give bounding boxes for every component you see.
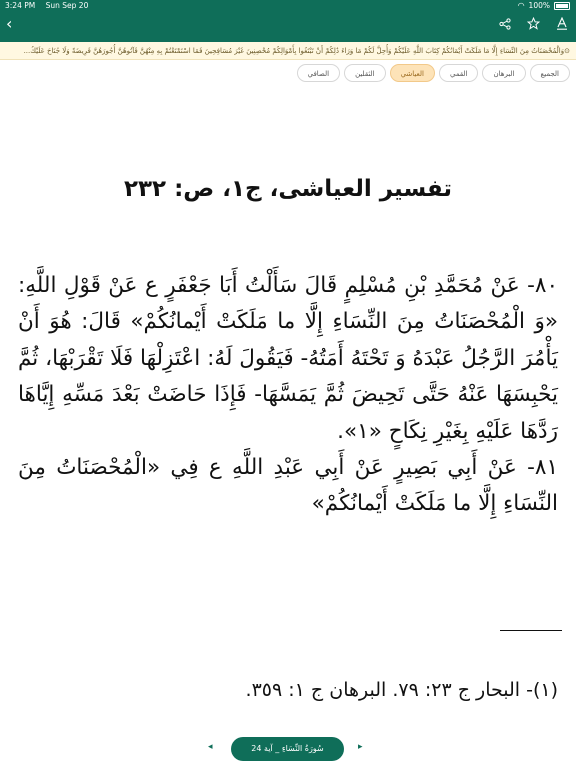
tab-all[interactable]: الجميع	[529, 64, 570, 82]
status-time: 3:24 PM	[5, 1, 36, 10]
footnote: (١)- البحار ج ٢٣: ٧٩. البرهان ج ١: ٣٥٩.	[245, 679, 558, 701]
top-bar: 3:24 PM Sun Sep 20 ◠ 100% ‹	[0, 0, 576, 42]
share-icon[interactable]	[499, 17, 511, 30]
nav-actions	[499, 17, 568, 30]
tafsir-body: ٨٠- عَنْ مُحَمَّدِ بْنِ مُسْلِمٍ قَالَ س…	[18, 268, 558, 523]
tab-thaqalayn[interactable]: الثقلين	[344, 64, 386, 82]
next-icon[interactable]: ▸	[358, 742, 363, 752]
star-icon[interactable]	[527, 17, 540, 30]
battery-percent: 100%	[528, 1, 550, 10]
source-tabs: الجميع البرهان القمي العياشي الثقلين الص…	[296, 64, 570, 82]
battery-icon	[554, 1, 570, 10]
tab-burhan[interactable]: البرهان	[482, 64, 526, 82]
back-icon[interactable]: ‹	[6, 16, 12, 32]
verse-strip[interactable]: ⊙وَالْمُحْصَنَاتُ مِنَ النِّسَاءِ إِلَّا…	[0, 42, 576, 60]
status-date: Sun Sep 20	[45, 1, 89, 10]
verse-pager: ◂ سُورَةُ النِّسَاءِ _ آية 24 ▸	[0, 737, 576, 761]
font-size-icon[interactable]	[556, 17, 568, 30]
footnote-divider	[500, 630, 562, 631]
tab-safi[interactable]: الصافي	[296, 64, 341, 82]
tab-ayyashi[interactable]: العياشي	[389, 64, 435, 82]
status-bar: 3:24 PM Sun Sep 20 ◠ 100%	[0, 0, 576, 12]
hadith-80: ٨٠- عَنْ مُحَمَّدِ بْنِ مُسْلِمٍ قَالَ س…	[18, 273, 558, 444]
current-verse-button[interactable]: سُورَةُ النِّسَاءِ _ آية 24	[231, 737, 344, 761]
page-title: تفسير العياشى، ج١، ص: ٢٣٢	[123, 176, 453, 202]
tab-qummi[interactable]: القمي	[438, 64, 479, 82]
wifi-icon: ◠	[517, 1, 525, 10]
prev-icon[interactable]: ◂	[208, 742, 213, 752]
hadith-81: ٨١- عَنْ أَبِي بَصِيرٍ عَنْ أَبِي عَبْدِ…	[18, 455, 558, 517]
